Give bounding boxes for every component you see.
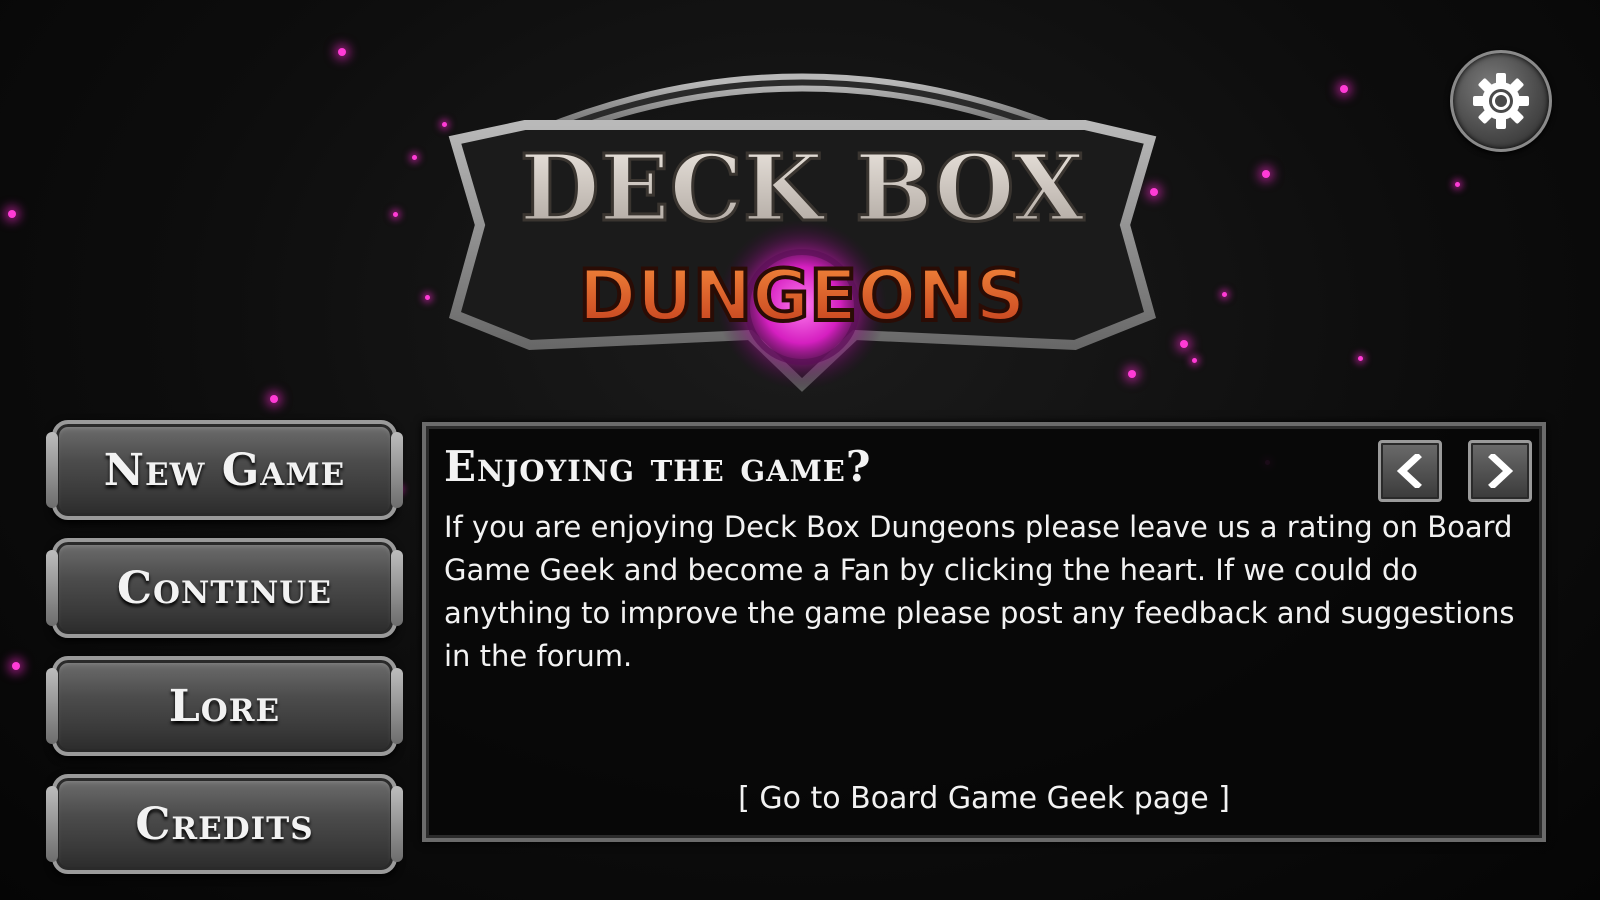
next-button[interactable] [1468, 440, 1532, 502]
logo-title: DECK BOX [520, 134, 1085, 242]
board-game-geek-link[interactable]: [ Go to Board Game Geek page ] [426, 781, 1542, 816]
lore-button[interactable]: Lore [46, 656, 403, 756]
news-panel: Enjoying the game? If you are enjoying D… [422, 422, 1546, 842]
continue-button[interactable]: Continue [46, 538, 403, 638]
lore-label: Lore [168, 680, 281, 732]
panel-body-text: If you are enjoying Deck Box Dungeons pl… [444, 510, 1515, 673]
settings-button[interactable] [1450, 50, 1552, 152]
new-game-label: New Game [103, 444, 346, 496]
previous-button[interactable] [1378, 440, 1442, 502]
logo-subtitle: DUNGEONS [578, 255, 1025, 337]
credits-button[interactable]: Credits [46, 774, 403, 874]
continue-label: Continue [117, 562, 332, 614]
panel-title: Enjoying the game? [444, 442, 872, 491]
gear-icon [1473, 73, 1529, 129]
chevron-left-icon [1396, 454, 1422, 488]
game-logo: DECK BOX DUNGEONS [435, 45, 1170, 415]
new-game-button[interactable]: New Game [46, 420, 403, 520]
main-menu: New Game Continue Lore Credits [46, 420, 403, 892]
chevron-right-icon [1488, 454, 1514, 488]
logo-emblem: DECK BOX DUNGEONS [448, 73, 1157, 392]
credits-label: Credits [135, 798, 314, 850]
